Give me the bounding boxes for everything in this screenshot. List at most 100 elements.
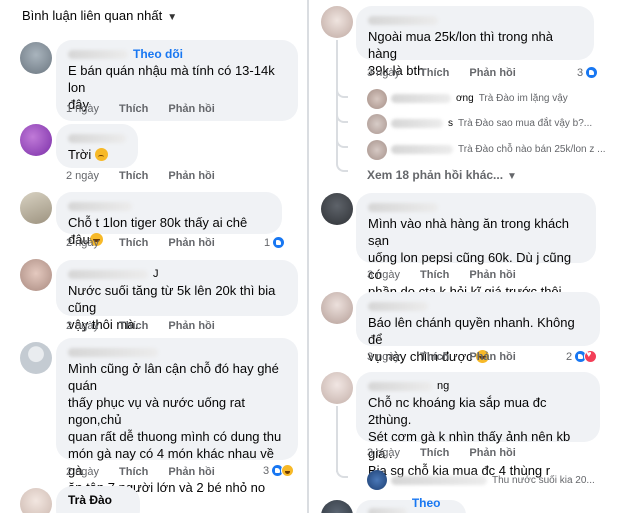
like-button[interactable]: Thích	[119, 320, 148, 332]
comment-text: Trời	[68, 147, 92, 162]
comment-bubble: ng Chỗ nc khoáng kia sắp mua đc 2thùng. …	[356, 372, 600, 478]
reaction-number: 3	[577, 66, 584, 79]
reaction-count[interactable]: 3	[263, 464, 295, 477]
reply-button[interactable]: Phản hồi	[168, 237, 214, 249]
love-reaction-icon	[584, 349, 598, 363]
reply-button[interactable]: Phản hồi	[168, 466, 214, 478]
comment-actions: 3 ngày Thích Phản hồi	[367, 269, 516, 281]
comment-time[interactable]: 2 ngày	[66, 170, 99, 182]
follow-link[interactable]: Theo dõi	[412, 495, 454, 513]
reply-preview[interactable]: Trà Đào chỗ nào bán 25k/lon z ...	[391, 144, 606, 155]
like-button[interactable]: Thích	[420, 351, 449, 363]
reply-name	[391, 119, 443, 128]
avatar[interactable]	[20, 259, 52, 291]
avatar[interactable]	[321, 292, 353, 324]
comment-actions: 2 ngày Thích Phản hồi	[66, 170, 215, 182]
commenter-name[interactable]	[368, 301, 428, 311]
reaction-count[interactable]: 2	[566, 349, 598, 363]
avatar[interactable]	[20, 42, 52, 74]
reply-text: Trà Đào sao mua đắt vậy b?...	[458, 118, 593, 129]
comment-time[interactable]: 3 ngày	[367, 447, 400, 459]
reply-text: Trà Đào chỗ nào bán 25k/lon z ...	[458, 144, 606, 155]
comment-sort-dropdown[interactable]: Bình luận liên quan nhất ▼	[22, 8, 177, 23]
reply-button[interactable]: Phản hồi	[469, 351, 515, 363]
comment-time[interactable]: 2 ngày	[66, 237, 99, 249]
commenter-name[interactable]	[368, 381, 432, 391]
commenter-name[interactable]	[68, 201, 132, 211]
comment-text: Mình vào nhà hàng ăn trong khách sạn uốn…	[368, 216, 572, 299]
avatar[interactable]	[20, 192, 52, 224]
thread-elbow	[336, 468, 348, 478]
reply-button[interactable]: Phản hồi	[469, 447, 515, 459]
comment-actions: 2 ngày Thích Phản hồi	[66, 466, 215, 478]
commenter-name[interactable]	[368, 202, 438, 212]
commenter-name-suffix: ng	[437, 379, 450, 392]
avatar[interactable]	[367, 140, 387, 160]
comment-actions: 2 ngày Thích Phản hồi	[66, 320, 215, 332]
comment-bubble: Báo lên chánh quyền nhanh. Không để vụ n…	[356, 292, 600, 364]
commenter-name[interactable]: Trà Đào	[68, 492, 112, 509]
like-button[interactable]: Thích	[420, 67, 449, 79]
comment-time[interactable]: 2 ngày	[66, 466, 99, 478]
avatar[interactable]	[20, 342, 52, 374]
avatar[interactable]	[321, 372, 353, 404]
haha-reaction-icon	[281, 464, 295, 477]
avatar[interactable]	[367, 470, 387, 490]
comment-text: Chỗ nc khoáng kia sắp mua đc 2thùng. Sét…	[368, 395, 571, 478]
avatar[interactable]	[20, 488, 52, 513]
reply-button[interactable]: Phản hồi	[168, 103, 214, 115]
reply-button[interactable]: Phản hồi	[168, 170, 214, 182]
like-button[interactable]: Thích	[119, 103, 148, 115]
commenter-name[interactable]	[368, 507, 407, 513]
reaction-count[interactable]: 1	[264, 236, 286, 249]
comment-bubble: J Nước suối tăng từ 5k lên 20k thì bia c…	[56, 260, 298, 332]
commenter-name[interactable]	[68, 347, 158, 357]
commenter-name-suffix: J	[153, 267, 159, 280]
comment-time[interactable]: 3 ngày	[367, 351, 400, 363]
reaction-number: 3	[263, 464, 270, 477]
comment-time[interactable]: 3 ngày	[367, 269, 400, 281]
reply-button[interactable]: Phản hồi	[469, 67, 515, 79]
avatar[interactable]	[321, 193, 353, 225]
comment-time[interactable]: 1 ngày	[66, 103, 99, 115]
comment-actions: 3 ngày Thích Phản hồi	[367, 67, 516, 79]
comment-actions: 3 ngày Thích Phản hồi	[367, 351, 516, 363]
avatar[interactable]	[321, 6, 353, 38]
avatar[interactable]	[367, 89, 387, 109]
comment-actions: 3 ngày Thích Phản hồi	[367, 447, 516, 459]
comment-bubble: Mình vào nhà hàng ăn trong khách sạn uốn…	[356, 193, 596, 299]
comment-time[interactable]: 3 ngày	[367, 67, 400, 79]
comment-time[interactable]: 2 ngày	[66, 320, 99, 332]
reply-preview[interactable]: ơng Trà Đào im lặng vậy	[391, 93, 568, 104]
avatar[interactable]	[20, 124, 52, 156]
view-more-replies-link[interactable]: Xem 18 phản hồi khác... ▼	[367, 168, 517, 182]
like-button[interactable]: Thích	[420, 447, 449, 459]
sort-label: Bình luận liên quan nhất	[22, 8, 163, 23]
comment-actions: 2 ngày Thích Phản hồi	[66, 237, 215, 249]
comment-bubble: Ngoài mua 25k/lon thì trong nhà hàng 39k…	[356, 6, 594, 78]
avatar[interactable]	[367, 114, 387, 134]
commenter-name[interactable]	[68, 133, 126, 143]
reply-preview[interactable]: s Trà Đào sao mua đắt vậy b?...	[391, 118, 592, 129]
like-button[interactable]: Thích	[119, 466, 148, 478]
reaction-number: 2	[566, 350, 573, 363]
reply-button[interactable]: Phản hồi	[469, 269, 515, 281]
thread-elbow	[336, 162, 348, 172]
comment-bubble: Trời	[56, 124, 138, 168]
commenter-name[interactable]	[68, 49, 128, 59]
like-reaction-icon	[585, 66, 599, 79]
like-button[interactable]: Thích	[119, 170, 148, 182]
like-button[interactable]: Thích	[420, 269, 449, 281]
reply-preview[interactable]: Thu nước suối kia 20...	[391, 475, 595, 486]
like-button[interactable]: Thích	[119, 237, 148, 249]
reply-text: Thu nước suối kia 20...	[492, 475, 595, 486]
commenter-name[interactable]	[68, 269, 148, 279]
comment-actions: 1 ngày Thích Phản hồi	[66, 103, 215, 115]
follow-link[interactable]: Theo dõi	[133, 46, 183, 63]
reaction-count[interactable]: 3	[577, 66, 599, 79]
avatar[interactable]	[321, 500, 353, 513]
reply-button[interactable]: Phản hồi	[168, 320, 214, 332]
chevron-down-icon: ▼	[507, 171, 517, 182]
thread-line	[336, 406, 338, 472]
commenter-name[interactable]	[368, 15, 438, 25]
